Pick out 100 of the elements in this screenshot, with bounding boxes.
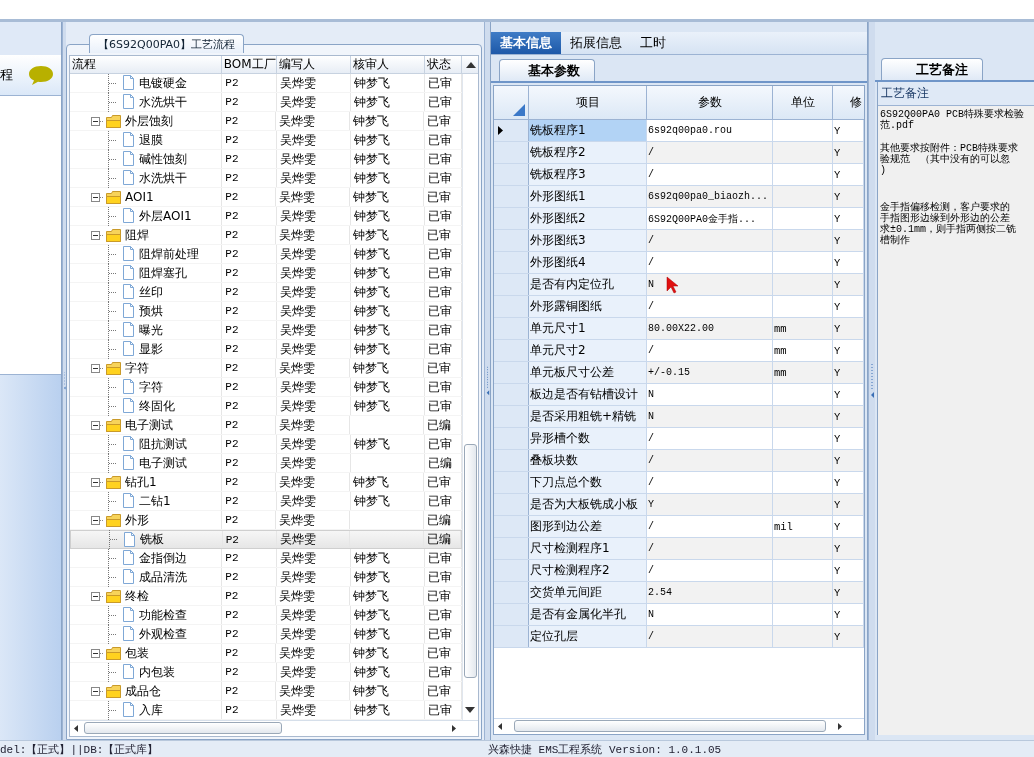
column-header[interactable]: 状态 (424, 56, 462, 73)
grid-row[interactable]: 下刀点总个数 / Y (494, 472, 864, 494)
collapse-icon[interactable] (91, 363, 105, 373)
grid-row[interactable]: 单元尺寸1 80.00X22.00 mm Y (494, 318, 864, 340)
column-header[interactable]: 单位 (773, 86, 833, 119)
tree-row[interactable]: 电镀硬金 P2 吴烨雯 钟梦飞 已审 (70, 74, 462, 93)
grid-row[interactable]: 外形图纸1 6s92q00pa0_biaozh... Y (494, 186, 864, 208)
grid-row[interactable]: 是否采用粗铣+精铣 N Y (494, 406, 864, 428)
tree-row[interactable]: 钻孔1 P2 吴烨雯 钟梦飞 已审 (70, 473, 462, 492)
table-cell: 吴烨雯 (279, 226, 316, 244)
grid-row[interactable]: 叠板块数 / Y (494, 450, 864, 472)
tree-row[interactable]: 水洗烘干 P2 吴烨雯 钟梦飞 已审 (70, 93, 462, 112)
grid-row[interactable]: 外形图纸3 / Y (494, 230, 864, 252)
tree-row[interactable]: 终检 P2 吴烨雯 钟梦飞 已审 (70, 587, 462, 606)
tree-row[interactable]: 水洗烘干 P2 吴烨雯 钟梦飞 已审 (70, 169, 462, 188)
table-cell: 吴烨雯 (279, 644, 316, 662)
tab[interactable]: 工时 (631, 32, 675, 54)
horizontal-scrollbar[interactable] (494, 718, 864, 734)
grid-row[interactable]: 单元板尺寸公差 +/-0.15 mm Y (494, 362, 864, 384)
speech-bubble-icon[interactable] (27, 64, 55, 86)
grid-row[interactable]: 异形槽个数 / Y (494, 428, 864, 450)
tree-node-label: 电子测试 (139, 454, 187, 472)
collapse-icon[interactable] (91, 515, 105, 525)
grid-row[interactable]: 外形图纸2 6S92Q00PA0金手指... Y (494, 208, 864, 230)
tree-row[interactable]: 二钻1 P2 吴烨雯 钟梦飞 已审 (70, 492, 462, 511)
tree-row[interactable]: 包装 P2 吴烨雯 钟梦飞 已审 (70, 644, 462, 663)
column-header[interactable]: BOM工厂 (221, 56, 277, 73)
tree-row[interactable]: 显影 P2 吴烨雯 钟梦飞 已审 (70, 340, 462, 359)
tree-row[interactable]: 阻抗测试 P2 吴烨雯 钟梦飞 已审 (70, 435, 462, 454)
tree-row[interactable]: 阻焊 P2 吴烨雯 钟梦飞 已审 (70, 226, 462, 245)
grid-row[interactable]: 铣板程序3 / Y (494, 164, 864, 186)
table-cell: 下刀点总个数 (529, 472, 647, 493)
notes-text-area[interactable]: 6S92Q00PA0 PCB特殊要求检验 范.pdf 其他要求按附件：PCB特殊要求 验规范 （其中没有的可以忽 ) 金手指偏移检测，客户要求的 手指图形边缘到外形边的公差 求±0.1mm，则手指两侧按二铣 槽制作 (878, 106, 1034, 246)
tree-row[interactable]: 字符 P2 吴烨雯 钟梦飞 已审 (70, 359, 462, 378)
tree-row[interactable]: 电子测试 P2 吴烨雯 已编 (70, 416, 462, 435)
grid-row[interactable]: 铣板程序1 6s92q00pa0.rou Y (494, 120, 864, 142)
grid-row[interactable]: 交货单元间距 2.54 Y (494, 582, 864, 604)
scroll-thumb[interactable] (464, 444, 477, 678)
tab[interactable]: 工艺备注 (881, 58, 983, 80)
tree-row[interactable]: 外观检查 P2 吴烨雯 钟梦飞 已审 (70, 625, 462, 644)
collapse-icon[interactable] (91, 686, 105, 696)
vertical-scrollbar[interactable] (462, 74, 478, 720)
column-header[interactable]: 项目 (529, 86, 647, 119)
tree-row[interactable]: 外层蚀刻 P2 吴烨雯 钟梦飞 已审 (70, 112, 462, 131)
collapse-icon[interactable] (91, 230, 105, 240)
tree-row[interactable]: 功能检查 P2 吴烨雯 钟梦飞 已审 (70, 606, 462, 625)
tree-row[interactable]: AOI1 P2 吴烨雯 钟梦飞 已审 (70, 188, 462, 207)
scroll-thumb[interactable] (84, 722, 282, 734)
scroll-thumb[interactable] (514, 720, 826, 732)
tree-row[interactable]: 退膜 P2 吴烨雯 钟梦飞 已审 (70, 131, 462, 150)
tab[interactable]: 基本参数 (499, 59, 595, 81)
column-header[interactable]: 核审人 (350, 56, 425, 73)
splitter-grip-icon[interactable] (869, 364, 875, 398)
grid-row[interactable]: 是否有内定位孔 N Y (494, 274, 864, 296)
grid-row[interactable]: 外形图纸4 / Y (494, 252, 864, 274)
tree-row[interactable]: 成品仓 P2 吴烨雯 钟梦飞 已审 (70, 682, 462, 701)
tree-row[interactable]: 铣板 P2 吴烨雯 已编 (70, 530, 462, 549)
table-cell: 已审 (427, 264, 452, 282)
collapse-icon[interactable] (91, 648, 105, 658)
tree-row[interactable]: 字符 P2 吴烨雯 钟梦飞 已审 (70, 378, 462, 397)
table-cell: Y (833, 538, 864, 559)
tab[interactable]: 基本信息 (491, 32, 561, 54)
column-header[interactable]: 编写人 (276, 56, 351, 73)
table-cell: 钟梦飞 (353, 435, 390, 453)
grid-row[interactable]: 定位孔层 / Y (494, 626, 864, 648)
grid-row[interactable]: 铣板程序2 / Y (494, 142, 864, 164)
collapse-icon[interactable] (91, 591, 105, 601)
tree-row[interactable]: 内包装 P2 吴烨雯 钟梦飞 已审 (70, 663, 462, 682)
collapse-icon[interactable] (91, 192, 105, 202)
table-cell: Y (833, 164, 864, 185)
table-cell: 钟梦飞 (353, 625, 390, 643)
tree-row[interactable]: 预烘 P2 吴烨雯 钟梦飞 已审 (70, 302, 462, 321)
tree-row[interactable]: 阻焊前处理 P2 吴烨雯 钟梦飞 已审 (70, 245, 462, 264)
grid-row[interactable]: 尺寸检测程序1 / Y (494, 538, 864, 560)
column-header[interactable]: 修 (833, 86, 864, 119)
table-cell: 钟梦飞 (353, 169, 390, 187)
panel-title-tab[interactable]: 【6S92Q00PA0】工艺流程 (89, 34, 245, 53)
grid-row[interactable]: 是否为大板铣成小板 Y Y (494, 494, 864, 516)
table-cell: 6s92q00pa0.rou (647, 120, 773, 141)
tree-row[interactable]: 碱性蚀刻 P2 吴烨雯 钟梦飞 已审 (70, 150, 462, 169)
collapse-icon[interactable] (91, 477, 105, 487)
collapse-icon[interactable] (91, 420, 105, 430)
collapse-icon[interactable] (91, 116, 105, 126)
column-header[interactable]: 参数 (647, 86, 773, 119)
grid-row[interactable]: 单元尺寸2 / mm Y (494, 340, 864, 362)
table-cell: 外形图纸4 (529, 252, 647, 273)
horizontal-scrollbar[interactable] (70, 720, 478, 736)
tree-row[interactable]: 成品清洗 P2 吴烨雯 钟梦飞 已审 (70, 568, 462, 587)
tree-row[interactable]: 曝光 P2 吴烨雯 钟梦飞 已审 (70, 321, 462, 340)
tree-row[interactable]: 金指倒边 P2 吴烨雯 钟梦飞 已审 (70, 549, 462, 568)
tree-row[interactable]: 丝印 P2 吴烨雯 钟梦飞 已审 (70, 283, 462, 302)
table-cell: / (647, 560, 773, 581)
row-header[interactable] (494, 120, 529, 141)
tree-node-label: 终固化 (139, 397, 175, 415)
tree-row[interactable]: 外层AOI1 P2 吴烨雯 钟梦飞 已审 (70, 207, 462, 226)
tree-row[interactable]: 阻焊塞孔 P2 吴烨雯 钟梦飞 已审 (70, 264, 462, 283)
tree-row[interactable]: 电子测试 P2 吴烨雯 已编 (70, 454, 462, 473)
tree-row[interactable]: 终固化 P2 吴烨雯 钟梦飞 已审 (70, 397, 462, 416)
tab[interactable]: 拓展信息 (561, 32, 631, 54)
column-header[interactable]: 流程 (70, 56, 222, 73)
